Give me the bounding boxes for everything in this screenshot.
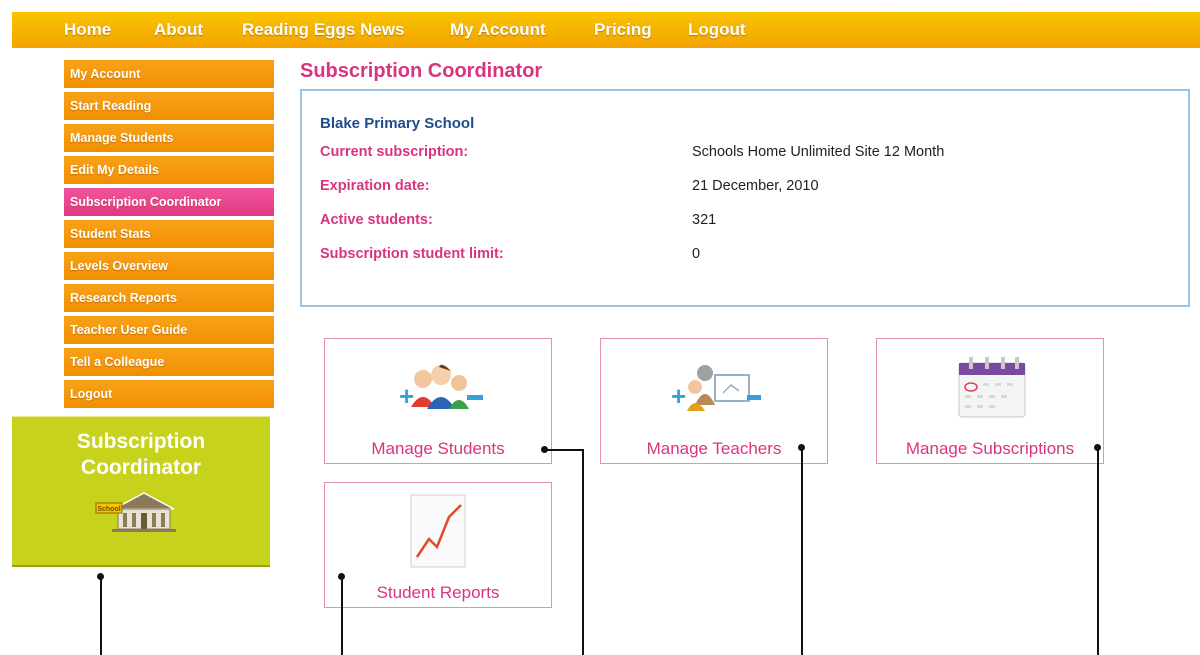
sidebar-item-research-reports[interactable]: Research Reports	[64, 284, 274, 312]
active-students-label: Active students:	[320, 212, 433, 228]
sidebar-item-my-account[interactable]: My Account	[64, 60, 274, 88]
nav-my-account[interactable]: My Account	[450, 20, 546, 40]
top-nav: Home About Reading Eggs News My Account …	[12, 12, 1200, 48]
sidebar-item-subscription-coordinator[interactable]: Subscription Coordinator	[64, 188, 274, 216]
svg-text:+: +	[399, 381, 414, 411]
promo-title-line2: Coordinator	[80, 456, 202, 479]
callout-line-manage-teachers	[801, 448, 803, 655]
manage-students-icon: +	[399, 364, 483, 411]
page-title: Subscription Coordinator	[300, 60, 543, 82]
promo-title-line1: Subscription	[76, 430, 206, 453]
sidebar-item-teacher-user-guide[interactable]: Teacher User Guide	[64, 316, 274, 344]
promo-title: Subscription Coordinator	[12, 429, 270, 481]
manage-subscriptions-label: Manage Subscriptions	[905, 439, 1075, 458]
callout-line-promo	[100, 576, 102, 655]
school-sign-text: School	[97, 506, 120, 513]
sidebar-item-student-stats[interactable]: Student Stats	[64, 220, 274, 248]
manage-subscriptions-tile[interactable]: Manage Subscriptions	[876, 338, 1104, 464]
expiration-date-value: 21 December, 2010	[692, 178, 819, 194]
student-limit-label: Subscription student limit:	[320, 246, 504, 262]
nav-logout[interactable]: Logout	[688, 20, 746, 40]
callout-line-manage-subscriptions	[1097, 448, 1099, 655]
callout-line-manage-students	[582, 449, 584, 655]
callout-hline-manage-students	[545, 449, 583, 451]
sidebar-item-manage-students[interactable]: Manage Students	[64, 124, 274, 152]
school-building-icon: School	[95, 492, 176, 532]
svg-text:+: +	[671, 381, 686, 411]
sidebar-item-start-reading[interactable]: Start Reading	[64, 92, 274, 120]
current-subscription-label: Current subscription:	[320, 144, 469, 160]
manage-students-tile[interactable]: + Manage Students	[324, 338, 552, 464]
subscription-info-panel: Blake Primary School Current subscriptio…	[300, 89, 1190, 307]
manage-students-label: Manage Students	[371, 439, 505, 458]
manage-teachers-label: Manage Teachers	[646, 439, 782, 458]
line-chart-icon	[410, 494, 466, 568]
student-reports-label: Student Reports	[376, 583, 500, 602]
sidebar-menu: My Account Start Reading Manage Students…	[64, 60, 274, 412]
calendar-icon	[958, 357, 1026, 418]
nav-pricing[interactable]: Pricing	[594, 20, 652, 40]
student-limit-value: 0	[692, 246, 701, 262]
expiration-date-label: Expiration date:	[320, 178, 430, 194]
nav-about[interactable]: About	[154, 20, 203, 40]
subscription-coordinator-promo: Subscription Coordinator School	[12, 416, 270, 567]
sidebar-item-tell-a-colleague[interactable]: Tell a Colleague	[64, 348, 274, 376]
nav-reading-eggs-news[interactable]: Reading Eggs News	[242, 20, 404, 40]
sidebar-item-edit-my-details[interactable]: Edit My Details	[64, 156, 274, 184]
callout-line-student-reports	[341, 576, 343, 655]
nav-home[interactable]: Home	[64, 20, 111, 40]
active-students-value: 321	[692, 212, 717, 228]
student-reports-tile[interactable]: Student Reports	[324, 482, 552, 608]
manage-teachers-tile[interactable]: + Manage Teachers	[600, 338, 828, 464]
sidebar-item-levels-overview[interactable]: Levels Overview	[64, 252, 274, 280]
current-subscription-value: Schools Home Unlimited Site 12 Month	[692, 144, 945, 160]
manage-teachers-icon: +	[671, 365, 761, 411]
sidebar-item-logout[interactable]: Logout	[64, 380, 274, 408]
school-name: Blake Primary School	[320, 115, 475, 132]
